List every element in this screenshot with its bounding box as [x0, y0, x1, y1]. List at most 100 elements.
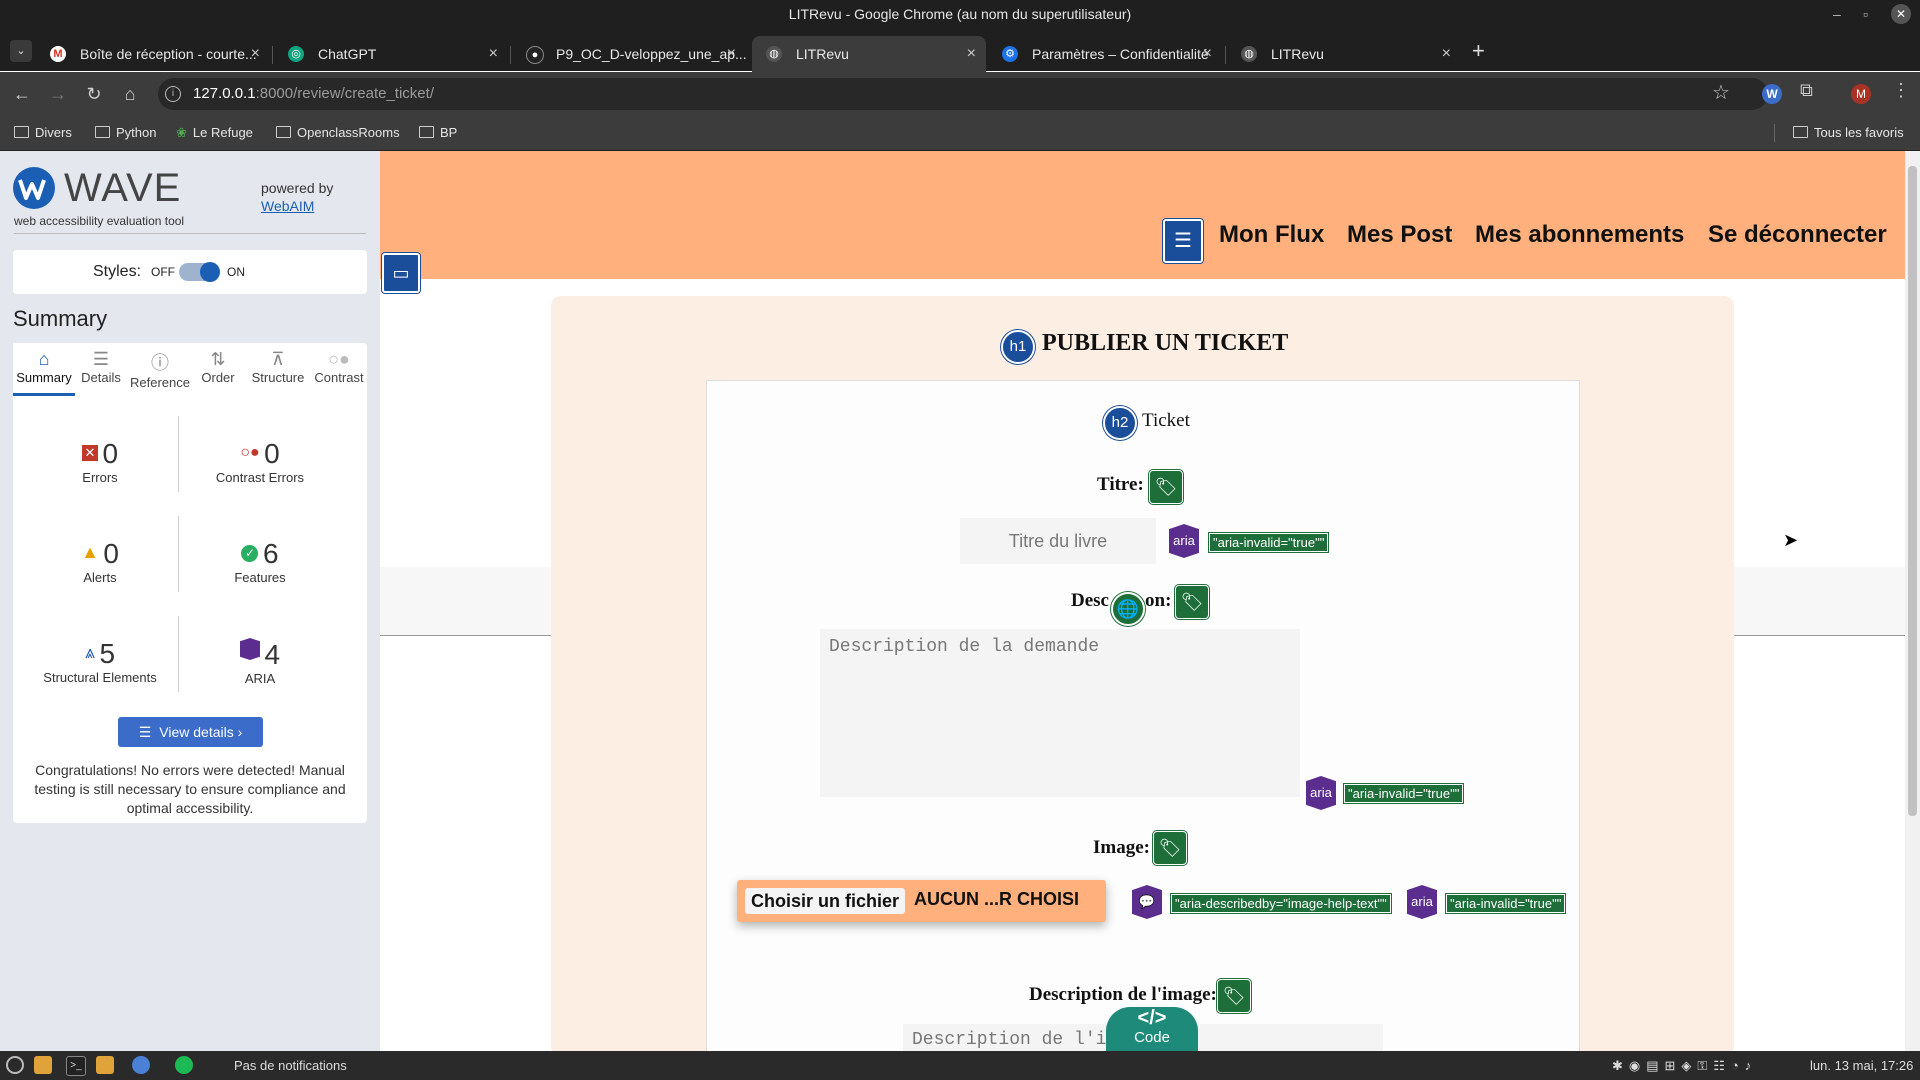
close-tab-icon[interactable]: ×: [489, 36, 498, 72]
extensions-puzzle-icon[interactable]: ⧉: [1800, 80, 1813, 101]
taskbar-clock[interactable]: lun. 13 mai, 17:26: [1810, 1051, 1913, 1080]
tab-gmail[interactable]: M Boîte de réception - courte... ×: [36, 36, 270, 72]
label-tag-icon[interactable]: 🏷: [1149, 470, 1183, 504]
label-tag-icon[interactable]: 🏷: [1175, 585, 1209, 619]
label-tag-icon[interactable]: 🏷: [1217, 979, 1251, 1013]
tab-reference[interactable]: ⓘ Reference: [128, 349, 192, 393]
stat-structural[interactable]: ⩓ 5 Structural Elements: [30, 638, 170, 685]
tab-summary[interactable]: ⌂ Summary: [13, 349, 75, 393]
forward-icon[interactable]: →: [44, 80, 72, 108]
stat-features[interactable]: ✓ 6 Features: [200, 538, 320, 585]
nav-landmark-icon[interactable]: ☰: [1163, 219, 1203, 263]
scrollbar-thumb[interactable]: [1908, 166, 1917, 816]
nav-se-deconnecter[interactable]: Se déconnecter: [1708, 221, 1887, 249]
aria-icon[interactable]: aria: [1306, 776, 1336, 810]
profile-avatar[interactable]: M: [1851, 84, 1871, 104]
home-icon[interactable]: ⌂: [116, 80, 144, 108]
view-details-button[interactable]: ☰ View details ›: [118, 717, 263, 747]
spotify-icon[interactable]: [175, 1056, 193, 1074]
url-text[interactable]: 127.0.0.1:8000/review/create_ticket/: [193, 78, 434, 110]
globe-icon: ◍: [766, 46, 782, 62]
structure-icon: ⩓: [84, 642, 96, 662]
tab-chatgpt[interactable]: ◎ ChatGPT ×: [274, 36, 508, 72]
site-header: [380, 151, 1905, 279]
bookmark-divider: [1774, 124, 1775, 142]
description-textarea[interactable]: Description de la demande: [820, 629, 1300, 797]
divider: [178, 416, 179, 492]
wave-code-button[interactable]: </> Code: [1106, 1007, 1198, 1051]
stat-contrast-errors[interactable]: ○● 0 Contrast Errors: [200, 438, 320, 485]
maximize-icon[interactable]: ▫: [1863, 0, 1868, 29]
page-title: PUBLIER UN TICKET: [1042, 330, 1289, 356]
files-icon[interactable]: [34, 1056, 52, 1074]
language-globe-icon[interactable]: 🌐: [1111, 592, 1145, 626]
back-icon[interactable]: ←: [8, 80, 36, 108]
h1-badge-icon[interactable]: h1: [1001, 330, 1035, 364]
star-bookmark-icon[interactable]: ☆: [1712, 80, 1730, 105]
minimize-icon[interactable]: –: [1833, 0, 1841, 29]
styles-on-label: ON: [227, 265, 245, 279]
menu-icon[interactable]: [6, 1056, 24, 1074]
tab-structure[interactable]: ⊼ Structure: [248, 349, 308, 393]
description-label-start: Desc: [1071, 590, 1109, 611]
list-icon: ☰: [138, 724, 152, 740]
wave-extension-icon[interactable]: W: [1762, 84, 1782, 104]
tab-order[interactable]: ⇅ Order: [196, 349, 240, 393]
h2-badge-icon[interactable]: h2: [1103, 406, 1137, 440]
powered-by: powered by: [261, 180, 334, 196]
close-tab-icon[interactable]: ×: [251, 36, 260, 72]
bookmark-folder[interactable]: OpenclassRooms: [276, 116, 400, 150]
description-label-end: on:: [1145, 590, 1172, 611]
bookmark-folder[interactable]: BP: [419, 116, 457, 150]
error-icon: ✕: [81, 445, 98, 461]
stat-aria[interactable]: 4 ARIA: [200, 638, 320, 686]
tab-details[interactable]: ☰ Details: [77, 349, 125, 393]
close-tab-icon[interactable]: ×: [1442, 36, 1451, 72]
close-tab-icon[interactable]: ×: [727, 36, 736, 72]
nav-mon-flux[interactable]: Mon Flux: [1219, 221, 1324, 249]
bookmark-folder[interactable]: Python: [95, 116, 156, 150]
bookmark-link[interactable]: ❀ Le Refuge: [176, 116, 253, 150]
header-landmark-icon[interactable]: ▭: [382, 253, 420, 293]
menu-kebab-icon[interactable]: ⋮: [1892, 80, 1910, 101]
folder-icon[interactable]: [96, 1056, 114, 1074]
webaim-link[interactable]: WebAIM: [261, 198, 314, 214]
label-tag-icon[interactable]: 🏷: [1153, 831, 1187, 865]
aria-icon[interactable]: aria: [1407, 885, 1437, 919]
stat-alerts[interactable]: ▲ 0 Alerts: [40, 538, 160, 585]
close-tab-icon[interactable]: ×: [1203, 36, 1212, 72]
aria-describedby-icon[interactable]: 💬: [1132, 885, 1162, 919]
home-icon: ⌂: [38, 349, 50, 369]
choose-file-button[interactable]: Choisir un fichier: [745, 888, 906, 914]
folder-icon: [14, 126, 29, 138]
site-info-icon[interactable]: i: [165, 86, 181, 102]
all-bookmarks[interactable]: Tous les favoris: [1793, 116, 1904, 150]
tab-search-icon[interactable]: ⌄: [10, 40, 32, 62]
tab-litrevu-2[interactable]: ◍ LITRevu ×: [1227, 36, 1461, 72]
close-tab-icon[interactable]: ×: [967, 36, 976, 72]
tab-settings[interactable]: ⚙ Paramètres – Confidentialité ×: [988, 36, 1222, 72]
terminal-icon[interactable]: >_: [66, 1056, 86, 1076]
chrome-icon[interactable]: [132, 1056, 150, 1074]
stat-errors[interactable]: ✕ 0 Errors: [40, 438, 160, 485]
tab-litrevu-active[interactable]: ◍ LITRevu ×: [752, 36, 986, 72]
titre-label: Titre:: [1097, 474, 1144, 495]
system-tray-icons[interactable]: ✱◉▤⊞◈⚿☷◔♪: [1612, 1051, 1757, 1080]
new-tab-button[interactable]: +: [1472, 38, 1485, 64]
titre-input[interactable]: Titre du livre: [960, 518, 1156, 564]
nav-mes-post[interactable]: Mes Post: [1347, 221, 1452, 249]
bookmark-folder[interactable]: Divers: [14, 116, 72, 150]
aria-describedby-text: "aria-describedby="image-help-text"": [1170, 893, 1392, 914]
github-icon: ●: [526, 46, 544, 64]
tab-github[interactable]: ● P9_OC_D-veloppez_une_ap... ×: [512, 36, 746, 72]
reload-icon[interactable]: ↻: [80, 80, 108, 108]
mouse-cursor-icon: ➤: [1783, 530, 1799, 550]
tab-contrast[interactable]: ○● Contrast: [312, 349, 366, 393]
info-icon: ⓘ: [151, 353, 169, 373]
form-subtitle: Ticket: [1142, 410, 1190, 431]
styles-off-label: OFF: [151, 265, 175, 279]
structure-icon: ⊼: [271, 349, 285, 369]
nav-mes-abonnements[interactable]: Mes abonnements: [1475, 221, 1684, 249]
close-window-icon[interactable]: ✕: [1891, 4, 1911, 24]
aria-icon[interactable]: aria: [1169, 524, 1199, 558]
